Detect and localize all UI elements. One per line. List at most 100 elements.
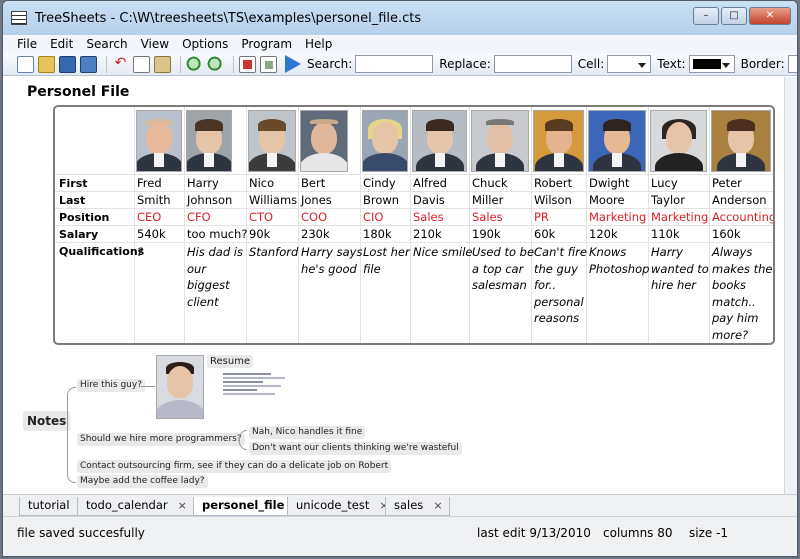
note-reply-wasteful[interactable]: Don't want our clients thinking we're wa… [249, 442, 462, 455]
cell-salary[interactable]: 180k [363, 227, 392, 242]
cell-first[interactable]: Fred [137, 176, 162, 191]
run-icon[interactable] [285, 55, 301, 73]
cell-last[interactable]: Johnson [187, 193, 232, 208]
cell-last[interactable]: Anderson [712, 193, 767, 208]
cell-qualifications[interactable]: Knows Photoshop [589, 244, 649, 277]
cell-qualifications[interactable]: Used to be a top car salesman [472, 244, 534, 294]
cell-salary[interactable]: 60k [534, 227, 555, 242]
cell-salary[interactable]: 540k [137, 227, 166, 242]
cell-qualifications[interactable]: Can't fire the guy for.. personal reason… [534, 244, 588, 327]
cell-last[interactable]: Wilson [534, 193, 572, 208]
cell-salary[interactable]: 190k [472, 227, 501, 242]
cell-position[interactable]: CIO [363, 210, 383, 225]
note-outsourcing[interactable]: Contact outsourcing firm, see if they ca… [77, 460, 392, 473]
save-as-icon[interactable] [80, 55, 97, 73]
note-coffee[interactable]: Maybe add the coffee lady? [77, 475, 208, 488]
cell-position[interactable]: CEO [137, 210, 161, 225]
tab-close-icon[interactable]: × [178, 499, 187, 512]
cell-salary[interactable]: 120k [589, 227, 618, 242]
cell-first[interactable]: Cindy [363, 176, 396, 191]
cell-first[interactable]: Bert [301, 176, 325, 191]
personnel-grid[interactable]: First Last Position Salary Qualification… [53, 105, 775, 345]
menu-help[interactable]: Help [305, 37, 332, 51]
notes-node[interactable]: Notes [23, 411, 71, 431]
note-hire[interactable]: Hire this guy? [77, 379, 145, 392]
cell-position[interactable]: PR [534, 210, 549, 225]
cell-position[interactable]: COO [301, 210, 327, 225]
cell-qualifications[interactable]: Harry wanted to hire her [651, 244, 711, 294]
cell-last[interactable]: Jones [301, 193, 332, 208]
cell-position[interactable]: Accounting [712, 210, 773, 225]
maximize-icon[interactable]: □ [721, 7, 747, 25]
cell-qualifications[interactable]: Lost her file [363, 244, 411, 277]
cell-position[interactable]: Marketing [651, 210, 708, 225]
cell-color-dropdown[interactable] [607, 55, 652, 73]
border-color-dropdown[interactable] [787, 55, 797, 73]
cell-first[interactable]: Peter [712, 176, 742, 191]
cell-last[interactable]: Davis [413, 193, 445, 208]
cell-qualifications[interactable]: Nice smile [413, 244, 473, 261]
cell-qualifications[interactable]: His dad is our biggest client [187, 244, 245, 310]
cell-salary[interactable]: 110k [651, 227, 680, 242]
note-reply-nico[interactable]: Nah, Nico handles it fine [249, 426, 366, 439]
vertical-scrollbar[interactable] [784, 77, 797, 494]
zoom-out-icon[interactable] [207, 55, 224, 73]
text-color-dropdown[interactable] [688, 55, 735, 73]
cell-qualifications[interactable]: Always makes the books match.. pay him m… [712, 244, 773, 343]
cell-salary[interactable]: 90k [249, 227, 270, 242]
cell-position[interactable]: CFO [187, 210, 211, 225]
cell-salary[interactable]: 230k [301, 227, 330, 242]
resume-node[interactable]: Resume [207, 355, 254, 368]
menu-program[interactable]: Program [241, 37, 292, 51]
note-programmers[interactable]: Should we hire more programmers? [77, 433, 245, 446]
save-icon[interactable] [59, 55, 76, 73]
cell-last[interactable]: Brown [363, 193, 399, 208]
cell-first[interactable]: Harry [187, 176, 219, 191]
cell-last[interactable]: Smith [137, 193, 171, 208]
replace-input[interactable] [493, 55, 572, 73]
title-bar[interactable]: TreeSheets - C:\W\treesheets\TS\examples… [3, 1, 797, 35]
tab-unicode-test[interactable]: unicode_test × [287, 497, 396, 516]
cell-last[interactable]: Moore [589, 193, 625, 208]
new-file-icon[interactable] [17, 55, 34, 73]
cell-position[interactable]: Sales [472, 210, 503, 225]
cell-salary[interactable]: 160k [712, 227, 741, 242]
cell-first[interactable]: Lucy [651, 176, 678, 191]
zoom-in-icon[interactable] [186, 55, 203, 73]
copy-icon[interactable] [133, 55, 150, 73]
menu-file[interactable]: File [17, 37, 37, 51]
cell-first[interactable]: Nico [249, 176, 274, 191]
tab-todo-calendar[interactable]: todo_calendar × [77, 497, 194, 516]
close-icon[interactable]: ✕ [749, 7, 791, 25]
cell-qualifications[interactable]: Harry says he's good [301, 244, 363, 277]
menu-options[interactable]: Options [182, 37, 228, 51]
image-options-icon[interactable] [260, 55, 277, 73]
cell-position[interactable]: Sales [413, 210, 444, 225]
menu-view[interactable]: View [141, 37, 169, 51]
paste-icon[interactable] [154, 55, 171, 73]
minimize-icon[interactable]: – [693, 7, 719, 25]
cell-position[interactable]: CTO [249, 210, 273, 225]
grid-line [55, 242, 773, 243]
menu-search[interactable]: Search [86, 37, 127, 51]
image-icon[interactable] [239, 55, 256, 73]
cell-first[interactable]: Robert [534, 176, 572, 191]
open-folder-icon[interactable] [38, 55, 55, 73]
menu-edit[interactable]: Edit [50, 37, 73, 51]
cell-qualifications[interactable]: ? [137, 244, 183, 261]
cell-position[interactable]: Marketing [589, 210, 646, 225]
cell-last[interactable]: Miller [472, 193, 503, 208]
search-input[interactable] [355, 55, 434, 73]
cell-first[interactable]: Chuck [472, 176, 508, 191]
cell-salary[interactable]: too much? [187, 227, 247, 242]
cell-last[interactable]: Williams [249, 193, 297, 208]
cell-first[interactable]: Dwight [589, 176, 630, 191]
tab-close-icon[interactable]: × [433, 499, 442, 512]
document-canvas[interactable]: Personel File First Last Position Salary… [3, 77, 786, 494]
undo-icon[interactable]: ↶ [112, 55, 129, 73]
cell-qualifications[interactable]: Stanford [249, 244, 299, 261]
tab-sales[interactable]: sales × [385, 497, 450, 516]
cell-salary[interactable]: 210k [413, 227, 442, 242]
cell-last[interactable]: Taylor [651, 193, 685, 208]
cell-first[interactable]: Alfred [413, 176, 447, 191]
